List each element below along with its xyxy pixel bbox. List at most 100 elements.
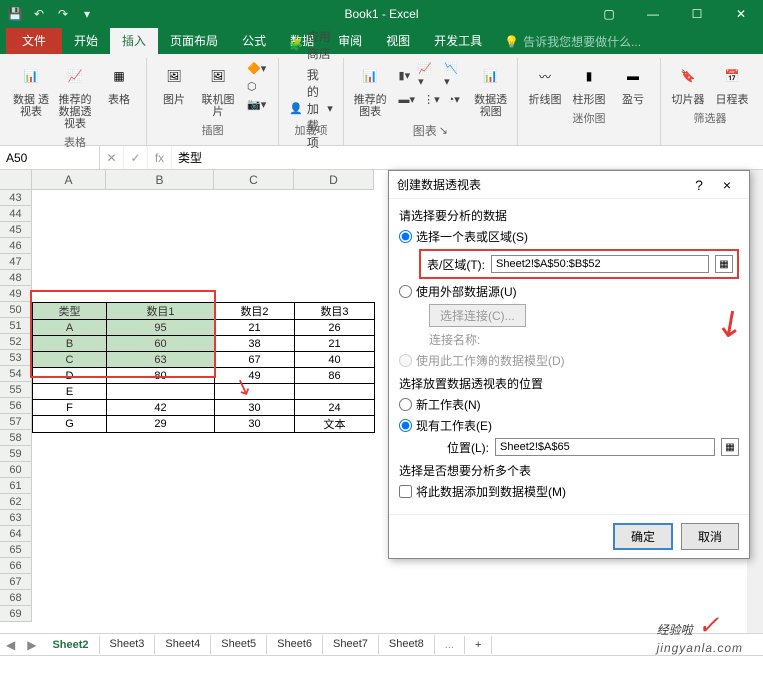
bar-chart-icon[interactable]: ▮▾ <box>395 60 415 90</box>
table-cell[interactable]: G <box>33 416 107 433</box>
column-header[interactable]: B <box>106 170 214 190</box>
table-cell[interactable]: F <box>33 400 107 416</box>
row-header[interactable]: 48 <box>0 270 32 286</box>
row-headers[interactable]: 4344454647484950515253545556575859606162… <box>0 190 32 622</box>
radio-new-sheet[interactable]: 新工作表(N) <box>399 396 739 413</box>
row-header[interactable]: 53 <box>0 350 32 366</box>
table-cell[interactable]: 21 <box>295 336 375 352</box>
row-header[interactable]: 68 <box>0 590 32 606</box>
dialog-titlebar[interactable]: 创建数据透视表 ? × <box>389 171 749 199</box>
sheet-tab[interactable]: Sheet5 <box>211 635 267 654</box>
table-cell[interactable]: 38 <box>215 336 295 352</box>
row-header[interactable]: 43 <box>0 190 32 206</box>
row-header[interactable]: 61 <box>0 478 32 494</box>
pivot-chart-button[interactable]: 📊数据透视图 <box>470 58 511 120</box>
table-cell[interactable]: 40 <box>295 352 375 368</box>
other-chart-icon[interactable]: ◔▾ <box>444 91 464 108</box>
pivot-table-button[interactable]: 📊数据 透视表 <box>10 58 52 132</box>
row-header[interactable]: 58 <box>0 430 32 446</box>
checkbox-add-model[interactable]: 将此数据添加到数据模型(M) <box>399 483 739 500</box>
row-header[interactable]: 66 <box>0 558 32 574</box>
cancel-formula-icon[interactable]: ✕ <box>100 146 124 169</box>
sheet-tab[interactable]: Sheet7 <box>323 635 379 654</box>
sheet-tab[interactable]: Sheet4 <box>155 635 211 654</box>
tab-dev[interactable]: 开发工具 <box>422 27 494 54</box>
screenshot-icon[interactable]: 📷▾ <box>243 96 270 113</box>
scatter-chart-icon[interactable]: ⋮▾ <box>419 91 444 108</box>
column-header[interactable]: C <box>214 170 294 190</box>
maximize-icon[interactable]: ☐ <box>675 0 719 28</box>
table-cell[interactable] <box>215 384 295 400</box>
row-header[interactable]: 52 <box>0 334 32 350</box>
sparkline-line-button[interactable]: 〰折线图 <box>524 58 566 108</box>
smartart-icon[interactable]: ⬡ <box>243 78 270 95</box>
row-header[interactable]: 64 <box>0 526 32 542</box>
row-header[interactable]: 67 <box>0 574 32 590</box>
redo-icon[interactable]: ↷ <box>52 3 74 25</box>
row-header[interactable]: 47 <box>0 254 32 270</box>
table-cell[interactable] <box>107 384 215 400</box>
table-header-cell[interactable]: 数目3 <box>295 303 375 320</box>
sheet-tab[interactable]: Sheet6 <box>267 635 323 654</box>
table-cell[interactable]: 21 <box>215 320 295 336</box>
select-all-corner[interactable] <box>0 170 32 190</box>
tab-layout[interactable]: 页面布局 <box>158 27 230 54</box>
sparkline-column-button[interactable]: ▮柱形图 <box>568 58 610 108</box>
recommended-charts-button[interactable]: 📊推荐的 图表 <box>350 58 391 120</box>
column-header[interactable]: A <box>32 170 106 190</box>
sparkline-winloss-button[interactable]: ▬盈亏 <box>612 58 654 108</box>
row-header[interactable]: 57 <box>0 414 32 430</box>
location-picker-icon[interactable]: ▦ <box>721 438 739 456</box>
radio-select-range[interactable]: 选择一个表或区域(S) <box>399 228 739 245</box>
sheet-nav-prev-icon[interactable]: ◀ <box>0 638 21 652</box>
formula-input[interactable]: 类型 <box>172 149 202 166</box>
range-picker-icon[interactable]: ▦ <box>715 255 733 273</box>
ok-button[interactable]: 确定 <box>613 523 673 550</box>
table-cell[interactable] <box>295 384 375 400</box>
tab-insert[interactable]: 插入 <box>110 27 158 54</box>
ribbon-options-icon[interactable]: ▢ <box>587 0 631 28</box>
line-chart-icon[interactable]: 📈▾ <box>414 60 440 90</box>
minimize-icon[interactable]: — <box>631 0 675 28</box>
radio-external-source[interactable]: 使用外部数据源(U) <box>399 283 739 300</box>
sheet-tab[interactable]: Sheet2 <box>42 635 99 654</box>
online-picture-button[interactable]: 🖼联机图片 <box>197 58 239 120</box>
close-icon[interactable]: ✕ <box>719 0 763 28</box>
table-cell[interactable]: E <box>33 384 107 400</box>
location-input[interactable] <box>495 438 715 456</box>
row-header[interactable]: 44 <box>0 206 32 222</box>
sheet-nav-next-icon[interactable]: ▶ <box>21 638 42 652</box>
slicer-button[interactable]: 🔖切片器 <box>667 58 709 108</box>
row-header[interactable]: 59 <box>0 446 32 462</box>
radio-existing-sheet[interactable]: 现有工作表(E) <box>399 417 739 434</box>
recommended-pivot-button[interactable]: 📈推荐的 数据透视表 <box>54 58 96 132</box>
area-chart-icon[interactable]: 📉▾ <box>440 60 466 90</box>
table-cell[interactable]: 24 <box>295 400 375 416</box>
enter-formula-icon[interactable]: ✓ <box>124 146 148 169</box>
qat-more-icon[interactable]: ▾ <box>76 3 98 25</box>
table-cell[interactable]: 30 <box>215 416 295 433</box>
name-box[interactable]: A50 <box>0 146 100 169</box>
row-header[interactable]: 49 <box>0 286 32 302</box>
table-cell[interactable]: 文本 <box>295 416 375 433</box>
row-header[interactable]: 69 <box>0 606 32 622</box>
table-header-cell[interactable]: 数目2 <box>215 303 295 320</box>
row-header[interactable]: 56 <box>0 398 32 414</box>
row-header[interactable]: 60 <box>0 462 32 478</box>
sheet-tab[interactable]: Sheet8 <box>379 635 435 654</box>
fx-icon[interactable]: fx <box>148 146 172 169</box>
dialog-close-icon[interactable]: × <box>713 177 741 193</box>
hbar-chart-icon[interactable]: ▬▾ <box>395 91 420 108</box>
row-header[interactable]: 51 <box>0 318 32 334</box>
row-header[interactable]: 46 <box>0 238 32 254</box>
table-cell[interactable]: 29 <box>107 416 215 433</box>
store-button[interactable]: 🧩应用商店 <box>285 26 337 64</box>
sheet-more-icon[interactable]: ... <box>435 636 465 654</box>
row-header[interactable]: 54 <box>0 366 32 382</box>
row-header[interactable]: 65 <box>0 542 32 558</box>
undo-icon[interactable]: ↶ <box>28 3 50 25</box>
range-input[interactable] <box>491 255 709 273</box>
tab-file[interactable]: 文件 <box>6 27 62 54</box>
table-cell[interactable]: 86 <box>295 368 375 384</box>
table-button[interactable]: ▦表格 <box>98 58 140 132</box>
